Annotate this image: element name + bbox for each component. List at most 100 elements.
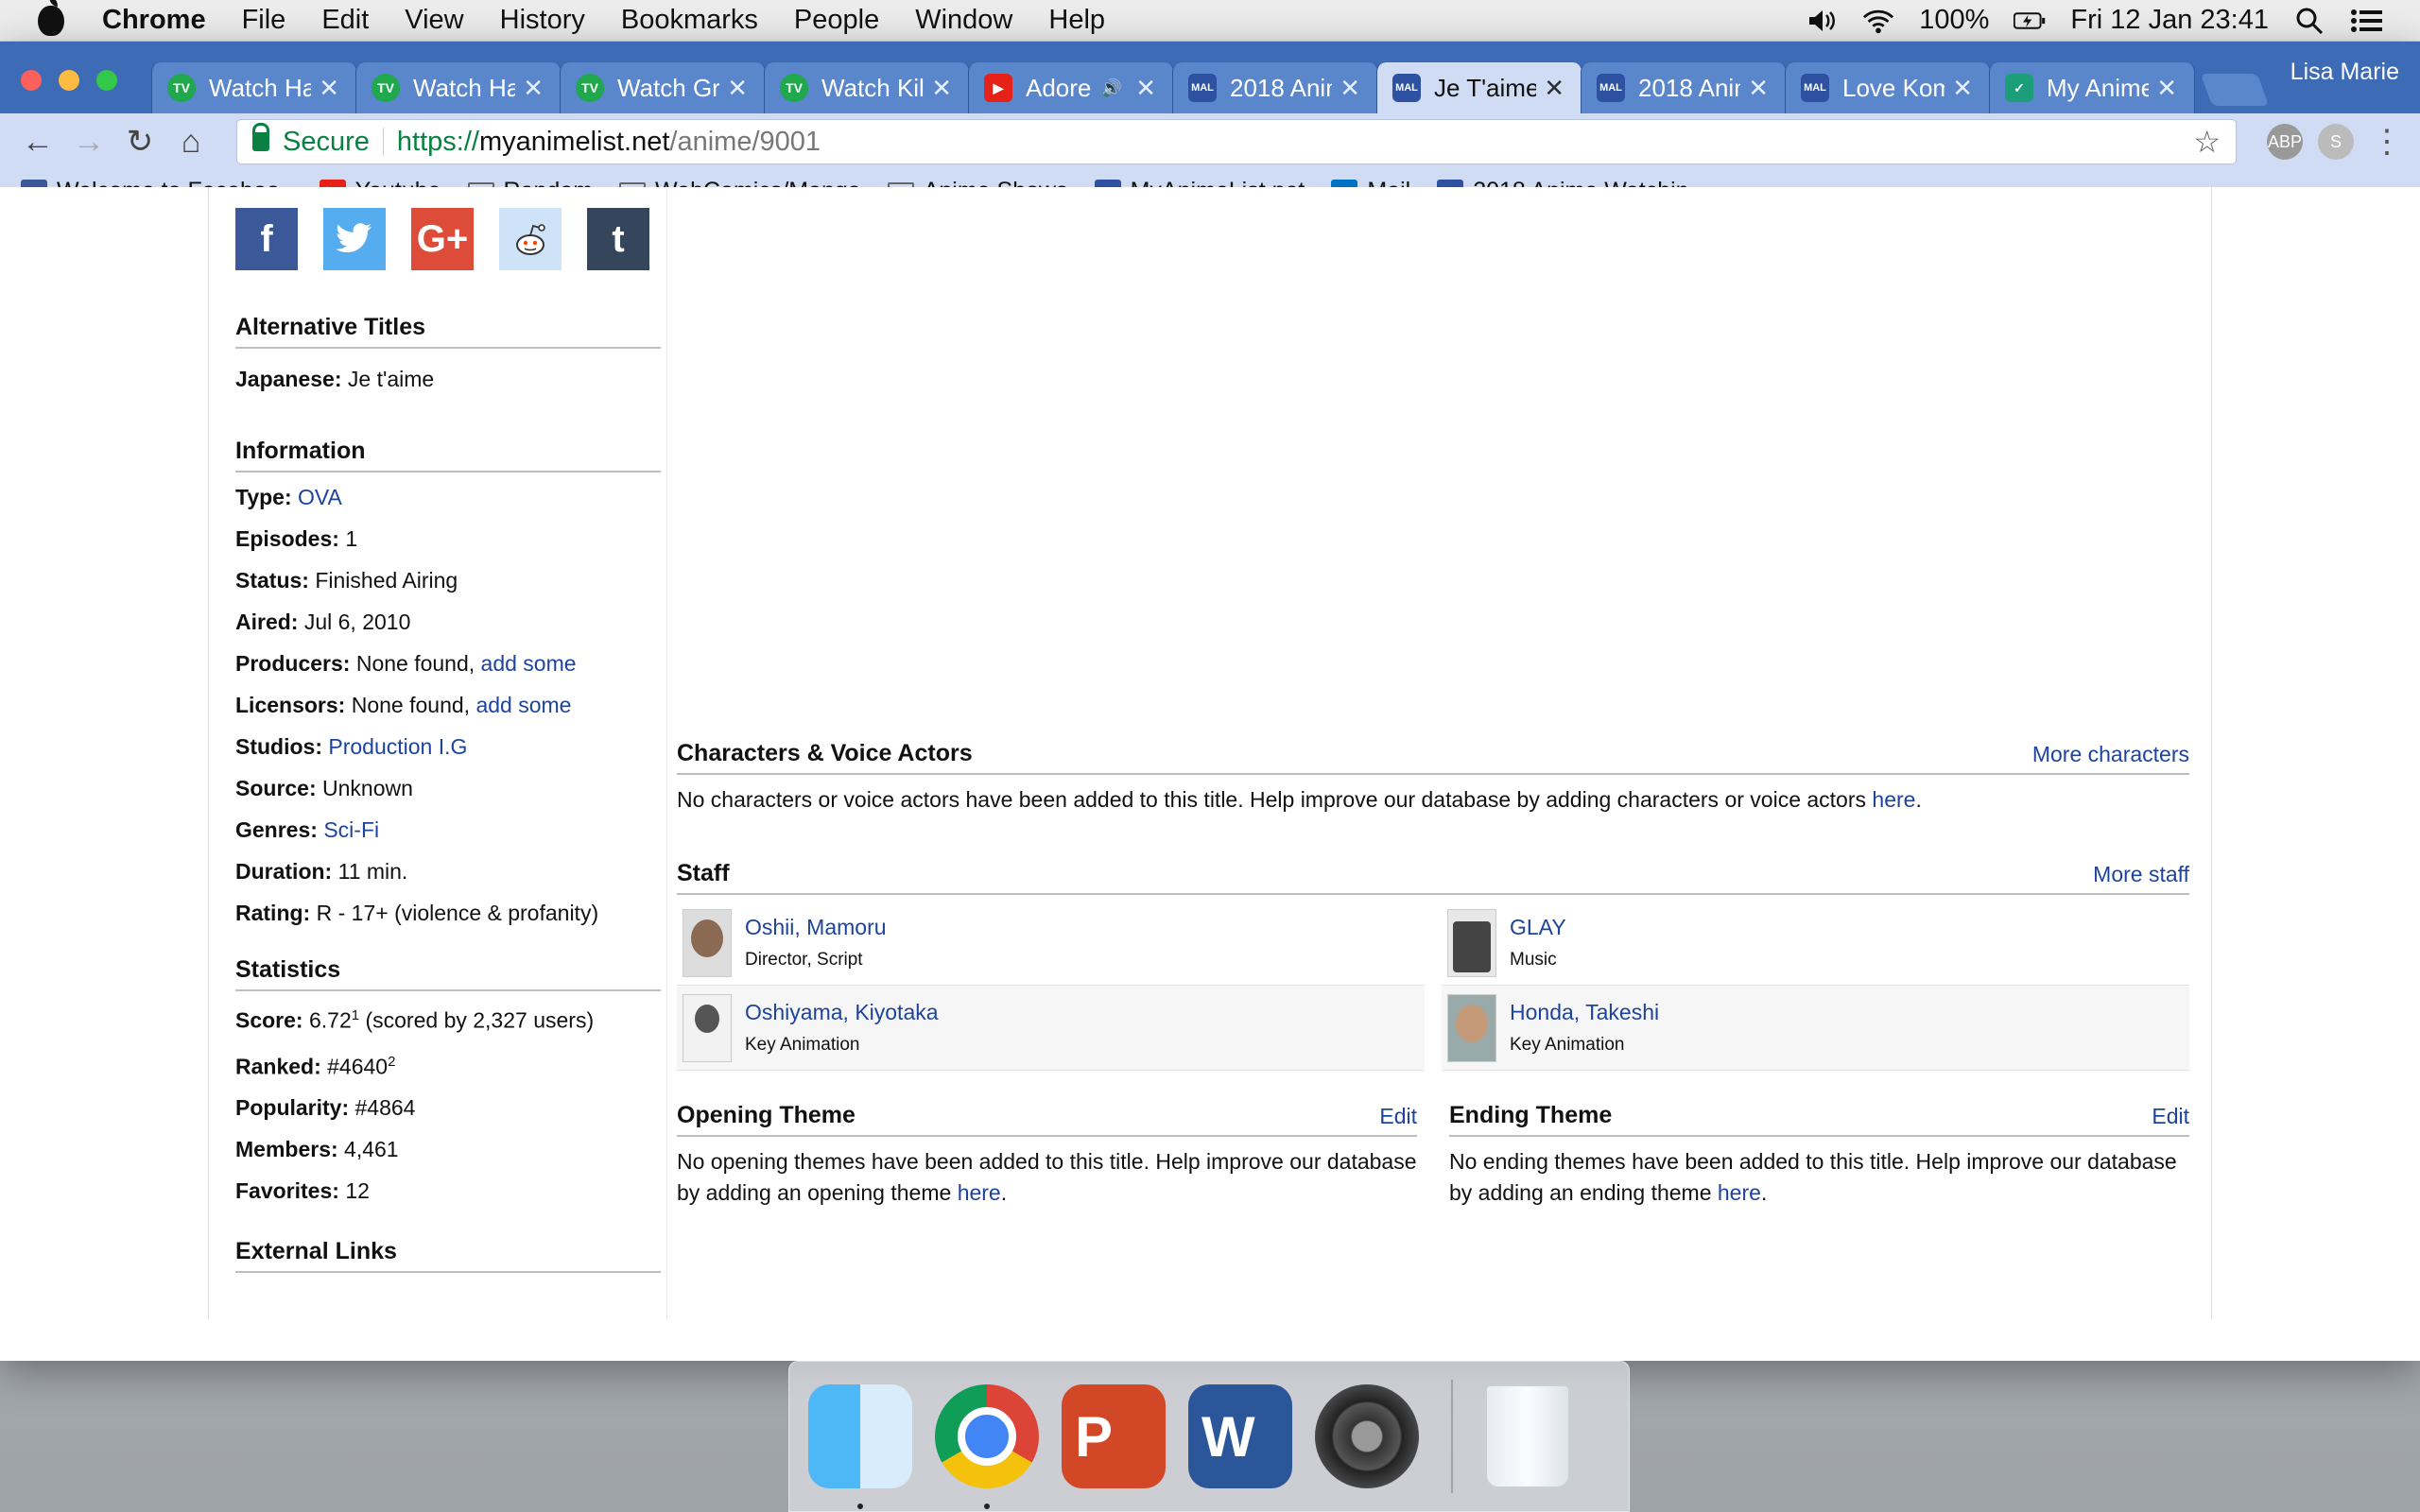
notification-center-icon[interactable] [2350,7,2382,35]
tab-close-icon[interactable]: ✕ [319,74,339,103]
spotlight-search-icon[interactable] [2293,7,2325,35]
close-window-icon[interactable] [21,70,42,91]
tab-close-icon[interactable]: ✕ [1340,74,1360,103]
studio-link[interactable]: Production I.G [328,734,467,759]
wifi-icon[interactable] [1862,7,1894,35]
tab-close-icon[interactable]: ✕ [1135,74,1156,103]
trash-icon[interactable] [1485,1384,1570,1488]
menu-edit[interactable]: Edit [321,5,369,36]
menu-people[interactable]: People [794,5,879,36]
browser-tab[interactable]: TV Watch Ha ✕ [355,62,562,113]
add-characters-link[interactable]: here [1872,787,1915,812]
home-icon[interactable]: ⌂ [170,121,212,163]
tab-close-icon[interactable]: ✕ [523,74,544,103]
more-characters-link[interactable]: More characters [2032,742,2189,767]
apple-icon[interactable] [38,0,64,36]
japanese-title-row: Japanese: Je t'aime [235,358,666,400]
browser-tab[interactable]: ▶ Adore 🔊 ✕ [968,62,1174,113]
tab-close-icon[interactable]: ✕ [1544,74,1564,103]
forward-arrow-icon[interactable]: → [68,121,110,163]
word-icon[interactable]: W [1188,1384,1292,1488]
info-value: None found, [355,651,475,676]
tab-title: Je T'aime [1434,73,1537,102]
tab-audio-icon[interactable]: 🔊 [1101,78,1122,98]
powerpoint-icon[interactable]: P [1062,1384,1166,1488]
new-tab-button[interactable] [2200,74,2270,106]
browser-tab-active[interactable]: MAL Je T'aime ✕ [1376,62,1582,113]
browser-tab[interactable]: TV Watch Gr ✕ [560,62,766,113]
system-preferences-icon[interactable] [1315,1384,1419,1488]
browser-tab[interactable]: MAL Love Kom ✕ [1785,62,1991,113]
reload-icon[interactable]: ↻ [119,121,161,163]
menu-window[interactable]: Window [915,5,1012,36]
volume-icon[interactable] [1806,7,1838,35]
staff-name-link[interactable]: Honda, Takeshi [1510,1000,1659,1024]
chrome-icon[interactable] [935,1384,1039,1509]
address-bar[interactable]: Secure https://myanimelist.net/anime/900… [236,119,2237,164]
tab-close-icon[interactable]: ✕ [931,74,952,103]
add-opening-theme-link[interactable]: here [958,1180,1001,1205]
info-value: 12 [345,1178,370,1204]
adblock-extension-icon[interactable]: ABP [2267,124,2303,160]
bookmark-star-icon[interactable]: ☆ [2193,124,2221,160]
tab-close-icon[interactable]: ✕ [727,74,748,103]
menu-history[interactable]: History [500,5,585,36]
add-ending-theme-link[interactable]: here [1718,1180,1761,1205]
info-label: Status: [235,568,309,593]
mal-icon: MAL [1597,74,1625,102]
info-label: Type: [235,485,292,509]
menu-help[interactable]: Help [1048,5,1105,36]
opening-theme-empty-text: No opening themes have been added to thi… [677,1146,1417,1209]
tab-close-icon[interactable]: ✕ [1952,74,1973,103]
edit-opening-theme-link[interactable]: Edit [1379,1104,1417,1129]
info-row-aired: Aired: Jul 6, 2010 [235,601,666,643]
info-value: Finished Airing [315,568,458,593]
google-plus-share-icon[interactable]: G+ [411,208,474,270]
dock: P W [788,1361,1630,1512]
menu-view[interactable]: View [405,5,463,36]
staff-photo[interactable] [1447,908,1496,977]
stat-row-favorites: Favorites: 12 [235,1170,666,1211]
edit-ending-theme-link[interactable]: Edit [2152,1104,2189,1129]
staff-role: Director, Script [745,950,863,970]
info-label: Duration: [235,859,333,884]
finder-icon[interactable] [808,1384,912,1509]
minimize-window-icon[interactable] [59,70,79,91]
menu-bookmarks[interactable]: Bookmarks [621,5,758,36]
twitter-share-icon[interactable] [323,208,386,270]
browser-tab[interactable]: TV Watch Ha ✕ [151,62,357,113]
clock[interactable]: Fri 12 Jan 23:41 [2070,5,2269,36]
tumblr-share-icon[interactable]: t [587,208,649,270]
chrome-menu-icon[interactable]: ⋮ [2371,123,2403,161]
staff-photo[interactable] [1447,993,1496,1062]
type-link[interactable]: OVA [298,485,342,509]
tab-close-icon[interactable]: ✕ [1748,74,1769,103]
browser-tab[interactable]: MAL 2018 Anim ✕ [1172,62,1378,113]
add-licensors-link[interactable]: add some [475,693,571,717]
zoom-window-icon[interactable] [96,70,117,91]
more-staff-link[interactable]: More staff [2093,862,2189,887]
profile-name[interactable]: Lisa Marie [2290,59,2399,86]
menu-app-name[interactable]: Chrome [102,5,206,36]
staff-name-link[interactable]: Oshiyama, Kiyotaka [745,1000,939,1024]
browser-tab[interactable]: MAL 2018 Anim ✕ [1581,62,1787,113]
genre-link[interactable]: Sci-Fi [323,817,379,842]
tab-close-icon[interactable]: ✕ [2156,74,2177,103]
menu-file[interactable]: File [242,5,286,36]
skype-extension-icon[interactable]: S [2318,124,2354,160]
staff-photo[interactable] [683,908,732,977]
add-producers-link[interactable]: add some [481,651,577,676]
staff-name-link[interactable]: Oshii, Mamoru [745,915,887,939]
facebook-share-icon[interactable]: f [235,208,298,270]
browser-tab[interactable]: ✓ My Anime ✕ [1989,62,2195,113]
reddit-share-icon[interactable] [499,208,562,270]
mal-icon: MAL [1801,74,1829,102]
back-arrow-icon[interactable]: ← [17,121,59,163]
staff-name-link[interactable]: GLAY [1510,915,1566,939]
battery-charging-icon[interactable] [2014,7,2046,35]
staff-photo[interactable] [683,993,732,1062]
info-label: Members: [235,1137,338,1162]
browser-tab[interactable]: TV Watch Kill ✕ [764,62,970,113]
statistics-list: Score: 6.721 (scored by 2,327 users) Ran… [235,995,666,1211]
staff-row: Honda, Takeshi Key Animation [1442,986,2189,1071]
